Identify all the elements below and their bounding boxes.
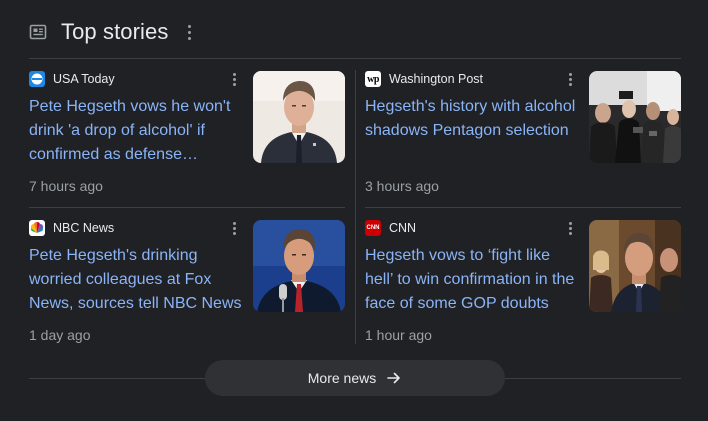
story-thumbnail[interactable] xyxy=(253,220,345,312)
section-title: Top stories xyxy=(61,19,169,44)
hallway-image xyxy=(589,220,681,312)
story-source: wp Washington Post xyxy=(365,71,483,87)
story-card[interactable]: NBC News Pete Hegseth's drinking worried… xyxy=(29,220,345,355)
nbc-peacock-logo xyxy=(29,220,45,236)
more-vert-icon xyxy=(568,72,572,76)
speaker-image xyxy=(253,220,345,312)
source-name: USA Today xyxy=(53,72,115,86)
story-headline[interactable]: Hegseth's history with alcohol shadows P… xyxy=(365,95,580,143)
story-thumbnail[interactable] xyxy=(253,71,345,163)
more-vert-icon-dot xyxy=(232,82,236,86)
portrait-image xyxy=(253,71,345,163)
story-menu-button[interactable] xyxy=(565,221,575,235)
story-menu-button[interactable] xyxy=(229,72,239,86)
section-menu-button[interactable] xyxy=(184,22,194,42)
more-news-label: More news xyxy=(307,370,377,386)
column-divider xyxy=(355,70,356,344)
header-divider xyxy=(29,58,681,59)
story-headline[interactable]: Pete Hegseth's drinking worried colleagu… xyxy=(29,244,244,316)
more-vert-icon-dot xyxy=(568,226,572,230)
more-vert-icon-dot xyxy=(568,82,572,86)
more-news-button[interactable]: More news xyxy=(205,360,505,396)
story-time: 7 hours ago xyxy=(29,178,103,194)
story-card[interactable]: wp Washington Post Hegseth's history wit… xyxy=(365,71,681,206)
top-stories-header: Top stories xyxy=(29,16,194,48)
more-vert-icon xyxy=(568,221,572,225)
story-thumbnail[interactable] xyxy=(589,71,681,163)
more-vert-icon-dot xyxy=(187,36,191,40)
logo-text: wp xyxy=(367,73,379,85)
row-divider-left xyxy=(29,207,345,208)
story-menu-button[interactable] xyxy=(565,72,575,86)
more-vert-icon xyxy=(232,72,236,76)
more-vert-icon xyxy=(232,221,236,225)
row-divider-right xyxy=(365,207,681,208)
news-icon xyxy=(29,24,47,40)
washington-post-logo: wp xyxy=(365,71,381,87)
story-time: 1 day ago xyxy=(29,327,91,343)
more-vert-icon-dot xyxy=(187,30,191,34)
more-vert-icon-dot xyxy=(232,231,236,235)
logo-text: CNN xyxy=(366,225,380,231)
source-name: Washington Post xyxy=(389,72,484,86)
more-vert-icon-dot xyxy=(568,231,572,235)
story-headline[interactable]: Pete Hegseth vows he won't drink 'a drop… xyxy=(29,95,244,167)
more-vert-icon-dot xyxy=(232,226,236,230)
cnn-logo: CNN xyxy=(365,220,381,236)
story-time: 3 hours ago xyxy=(365,178,439,194)
more-vert-icon-dot xyxy=(568,77,572,81)
story-thumbnail[interactable] xyxy=(589,220,681,312)
source-name: CNN xyxy=(389,221,417,235)
story-source: CNN CNN xyxy=(365,220,416,236)
top-stories-panel: Top stories USA Today Pete Hegseth vows … xyxy=(0,0,708,421)
arrow-right-icon xyxy=(387,372,401,384)
crowd-image xyxy=(589,71,681,163)
story-menu-button[interactable] xyxy=(229,221,239,235)
usa-today-logo xyxy=(29,71,45,87)
story-time: 1 hour ago xyxy=(365,327,432,343)
story-card[interactable]: USA Today Pete Hegseth vows he won't dri… xyxy=(29,71,345,206)
story-source: USA Today xyxy=(29,71,115,87)
source-name: NBC News xyxy=(53,221,115,235)
story-card[interactable]: CNN CNN Hegseth vows to ‘fight like hell… xyxy=(365,220,681,355)
more-vert-icon-dot xyxy=(232,77,236,81)
more-vert-icon xyxy=(187,24,191,28)
story-headline[interactable]: Hegseth vows to ‘fight like hell’ to win… xyxy=(365,244,580,316)
story-source: NBC News xyxy=(29,220,114,236)
